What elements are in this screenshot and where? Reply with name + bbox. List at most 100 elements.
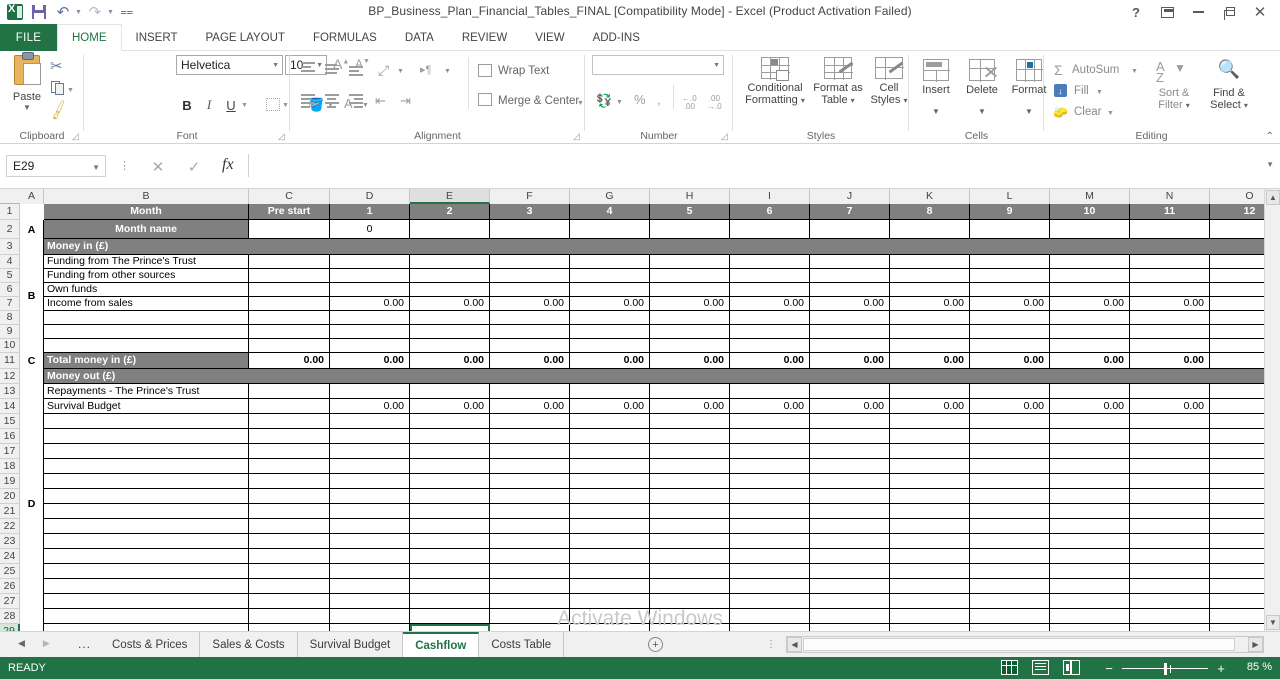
cell-E14[interactable]: 0.00 — [410, 399, 490, 414]
conditional-formatting-button[interactable]: Conditional Formatting ▾ — [743, 57, 807, 107]
cell-H6[interactable] — [650, 283, 730, 297]
cell-E17[interactable] — [410, 444, 490, 459]
cancel-icon[interactable]: ✕ — [144, 156, 172, 177]
table-row[interactable]: Money out (£) — [20, 369, 1280, 384]
cell-I14[interactable]: 0.00 — [730, 399, 810, 414]
decrease-indent-icon[interactable]: ⇤ — [375, 93, 386, 109]
cell-K15[interactable] — [890, 414, 970, 429]
vertical-scrollbar[interactable]: ▲ ▼ — [1264, 189, 1280, 631]
cell-D20[interactable] — [330, 489, 410, 504]
paste-button[interactable]: Paste ▼ — [8, 52, 46, 112]
cell-B22[interactable] — [44, 519, 249, 534]
cell-L12[interactable] — [970, 369, 1050, 384]
cell-C28[interactable] — [249, 609, 330, 624]
cell-N26[interactable] — [1130, 579, 1210, 594]
text-direction-icon[interactable]: ▸¶ — [420, 63, 431, 76]
ribbon-display-options-icon[interactable] — [1153, 2, 1181, 22]
cell-C22[interactable] — [249, 519, 330, 534]
table-row[interactable] — [20, 339, 1280, 353]
cell-J23[interactable] — [810, 534, 890, 549]
cell-L24[interactable] — [970, 549, 1050, 564]
cell-L26[interactable] — [970, 579, 1050, 594]
cell-C14[interactable] — [249, 399, 330, 414]
percent-style-icon[interactable]: % — [634, 92, 646, 107]
cell-L19[interactable] — [970, 474, 1050, 489]
cell-K22[interactable] — [890, 519, 970, 534]
cell-J27[interactable] — [810, 594, 890, 609]
cell-L16[interactable] — [970, 429, 1050, 444]
row-header-26[interactable]: 26 — [0, 579, 20, 594]
cell-I2[interactable] — [730, 220, 810, 239]
cell-K20[interactable] — [890, 489, 970, 504]
orientation-dropdown-icon[interactable]: ▼ — [397, 68, 404, 75]
cell-N5[interactable] — [1130, 269, 1210, 283]
scroll-down-icon[interactable]: ▼ — [1266, 615, 1280, 630]
number-dialog-launcher[interactable]: ◿ — [721, 131, 730, 141]
cell-M16[interactable] — [1050, 429, 1130, 444]
cell-M10[interactable] — [1050, 339, 1130, 353]
table-row[interactable] — [20, 474, 1280, 489]
cell-M14[interactable]: 0.00 — [1050, 399, 1130, 414]
sheet-overflow-icon[interactable]: ... — [78, 637, 91, 651]
table-row[interactable]: Month Pre start 1 2 3 4 5 6 7 8 9 10 11 12 — [20, 204, 1280, 220]
cell-C15[interactable] — [249, 414, 330, 429]
cell-L25[interactable] — [970, 564, 1050, 579]
cell-M3[interactable] — [1050, 239, 1130, 255]
row-header-14[interactable]: 14 — [0, 399, 20, 414]
cell-G27[interactable] — [570, 594, 650, 609]
cell-K19[interactable] — [890, 474, 970, 489]
cell-C23[interactable] — [249, 534, 330, 549]
cell-B20[interactable] — [44, 489, 249, 504]
horizontal-scrollbar[interactable]: ◀ ▶ — [786, 636, 1264, 653]
align-left-icon[interactable] — [300, 94, 316, 108]
cell-K25[interactable] — [890, 564, 970, 579]
restore-icon[interactable] — [1215, 2, 1243, 22]
cell-K18[interactable] — [890, 459, 970, 474]
cell-J10[interactable] — [810, 339, 890, 353]
cell-M22[interactable] — [1050, 519, 1130, 534]
cell-J6[interactable] — [810, 283, 890, 297]
cell-E4[interactable] — [410, 255, 490, 269]
cell-C24[interactable] — [249, 549, 330, 564]
alignment-dialog-launcher[interactable]: ◿ — [573, 131, 582, 141]
cell-E13[interactable] — [410, 384, 490, 399]
cell-I24[interactable] — [730, 549, 810, 564]
cell-D27[interactable] — [330, 594, 410, 609]
cell-N14[interactable]: 0.00 — [1130, 399, 1210, 414]
cell-G4[interactable] — [570, 255, 650, 269]
cell-F14[interactable]: 0.00 — [490, 399, 570, 414]
cell-F20[interactable] — [490, 489, 570, 504]
cell-I4[interactable] — [730, 255, 810, 269]
cell-F2[interactable] — [490, 220, 570, 239]
cell-J19[interactable] — [810, 474, 890, 489]
cell-K12[interactable] — [890, 369, 970, 384]
cell-J5[interactable] — [810, 269, 890, 283]
cell-K4[interactable] — [890, 255, 970, 269]
cell-C8[interactable] — [249, 311, 330, 325]
cell-K11[interactable]: 0.00 — [890, 353, 970, 369]
table-row[interactable] — [20, 429, 1280, 444]
cell-K5[interactable] — [890, 269, 970, 283]
cell-F27[interactable] — [490, 594, 570, 609]
table-row[interactable]: Income from sales 0.00 0.00 0.00 0.00 0.00 0.0… — [20, 297, 1280, 311]
cell-N1[interactable]: 11 — [1130, 204, 1210, 220]
cell-I20[interactable] — [730, 489, 810, 504]
cell-D29[interactable] — [330, 624, 410, 631]
cell-C13[interactable] — [249, 384, 330, 399]
cell-B9[interactable] — [44, 325, 249, 339]
comma-style-icon[interactable]: , — [657, 92, 661, 107]
cell-B25[interactable] — [44, 564, 249, 579]
cell-J22[interactable] — [810, 519, 890, 534]
cell-B11[interactable]: Total money in (£) — [44, 353, 249, 369]
cell-J17[interactable] — [810, 444, 890, 459]
row-header-10[interactable]: 10 — [0, 339, 20, 353]
table-row[interactable]: Money in (£) — [20, 239, 1280, 255]
cell-J4[interactable] — [810, 255, 890, 269]
column-header-B[interactable]: B — [44, 189, 249, 204]
cell-L10[interactable] — [970, 339, 1050, 353]
cell-F29[interactable] — [490, 624, 570, 631]
table-row[interactable] — [20, 459, 1280, 474]
cell-F28[interactable] — [490, 609, 570, 624]
cell-F3[interactable] — [490, 239, 570, 255]
borders-icon[interactable] — [266, 98, 280, 111]
